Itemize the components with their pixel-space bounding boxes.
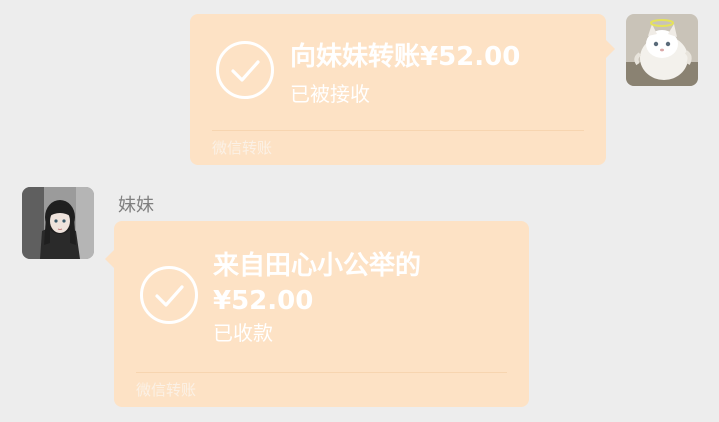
card-footer-label: 微信转账 xyxy=(212,139,273,157)
checkmark-circle-icon xyxy=(216,41,274,99)
transfer-card-incoming[interactable]: 来自田心小公举的 ¥52.00 已收款 微信转账 xyxy=(105,221,529,407)
bubble-tail xyxy=(105,250,114,268)
card-divider xyxy=(136,372,507,373)
bubble-tail xyxy=(606,40,615,58)
transfer-card-outgoing[interactable]: 向妹妹转账¥52.00 已被接收 微信转账 xyxy=(190,14,615,165)
sender-name: 妹妹 xyxy=(118,195,154,216)
transfer-status: 已被接收 xyxy=(290,82,370,106)
transfer-title: 向妹妹转账¥52.00 xyxy=(290,42,521,72)
transfer-status: 已收款 xyxy=(213,321,273,345)
girl-avatar-icon[interactable] xyxy=(22,187,94,259)
card-divider xyxy=(212,130,584,131)
transfer-title-line1: 来自田心小公举的 xyxy=(213,251,422,281)
transfer-amount: ¥52.00 xyxy=(213,286,314,316)
card-footer-label: 微信转账 xyxy=(136,381,197,399)
checkmark-circle-icon xyxy=(140,266,198,324)
cat-avatar-icon[interactable] xyxy=(626,14,698,86)
